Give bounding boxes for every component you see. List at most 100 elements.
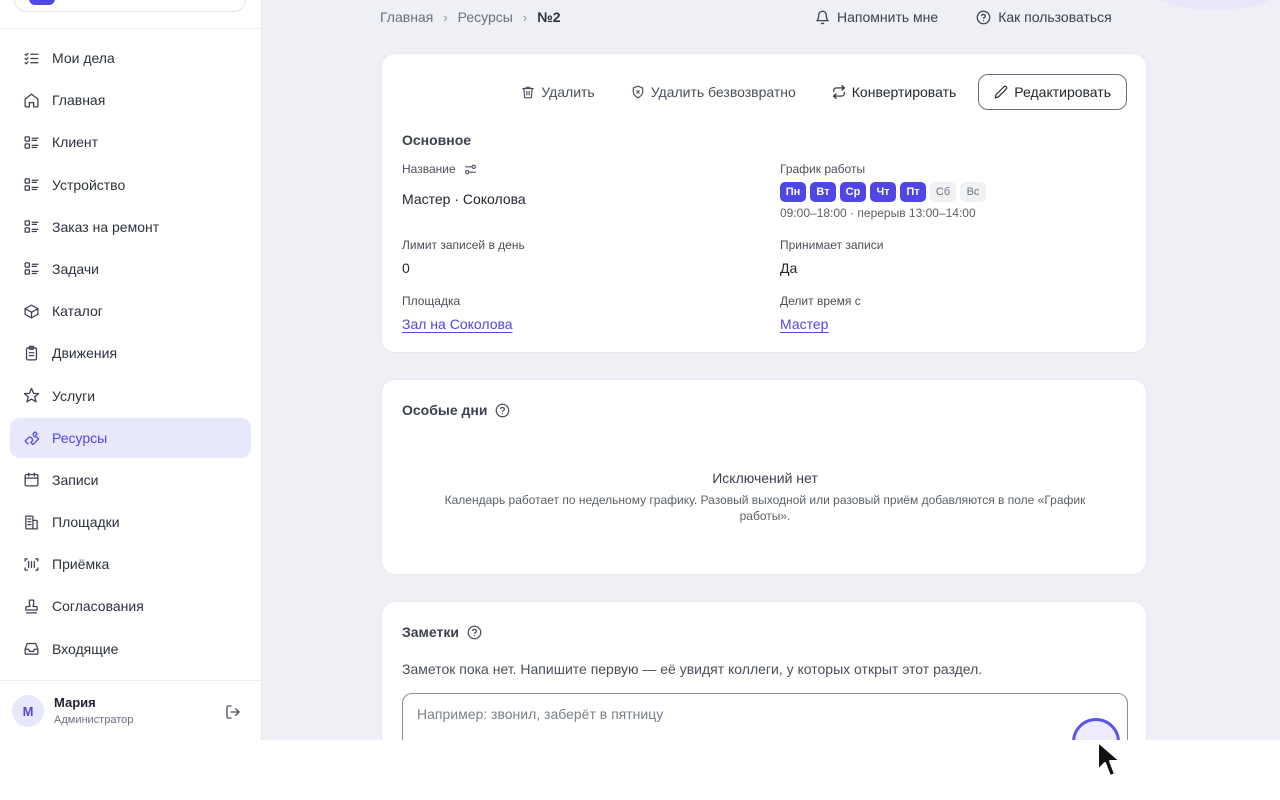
checklist-icon [22, 49, 40, 67]
user-name: Мария [54, 695, 96, 710]
day-chip: Ср [840, 182, 866, 202]
help-circle-icon [976, 10, 991, 24]
main-card: Удалить Удалить безвозвратно Конвертиров… [381, 53, 1147, 353]
sidebar-item[interactable]: Приёмка [10, 544, 251, 584]
workspace-switcher[interactable] [14, 0, 246, 12]
edit-button[interactable]: Редактировать [978, 74, 1127, 110]
special-days-title: Особые дни [402, 402, 488, 418]
help-button[interactable]: Как пользоваться [976, 9, 1112, 25]
logout-icon[interactable] [222, 701, 244, 723]
edit-label: Редактировать [1014, 84, 1111, 100]
sidebar-item-label: Записи [52, 471, 99, 488]
list-icon [22, 218, 40, 236]
sidebar-item-label: Согласования [52, 598, 144, 615]
day-chip: Пн [780, 182, 806, 202]
special-days-card: Особые дни Исключений нет Календарь рабо… [381, 379, 1147, 575]
mouse-cursor-icon [1097, 741, 1121, 777]
name-value: Мастер · Соколова [402, 191, 526, 207]
day-chip: Чт [870, 182, 896, 202]
help-circle-icon[interactable] [467, 625, 482, 640]
sidebar-item-label: Приёмка [52, 556, 110, 573]
venue-label: Площадка [402, 294, 461, 308]
sidebar-item-label: Движения [52, 345, 118, 362]
list-icon [22, 133, 40, 151]
sidebar-item[interactable]: Движения [10, 333, 251, 373]
home-icon [22, 91, 40, 109]
remind-button[interactable]: Напомнить мне [815, 9, 938, 25]
star-icon [22, 387, 40, 405]
schedule-hours: 09:00–18:00 · перерыв 13:00–14:00 [780, 206, 976, 220]
section-title-notes: Заметки [402, 624, 482, 640]
sidebar-item[interactable]: Каталог [10, 291, 251, 331]
convert-label: Конвертировать [851, 84, 957, 100]
building-icon [22, 513, 40, 531]
delete-forever-label: Удалить безвозвратно [650, 84, 796, 100]
breadcrumb: Главная › Ресурсы › №2 [380, 9, 561, 25]
delete-button[interactable]: Удалить [521, 84, 595, 100]
sidebar-nav: Мои дела Главная Клиент Устройство Заказ на … [10, 38, 251, 671]
sidebar-item-label: Устройство [52, 176, 126, 193]
settings-sliders-icon[interactable] [464, 163, 477, 176]
empty-state-description: Календарь работает по недельному графику… [444, 493, 1086, 523]
sidebar-item[interactable]: Мои дела [10, 38, 251, 78]
limit-value: 0 [402, 260, 410, 276]
sidebar-item[interactable]: Задачи [10, 249, 251, 289]
delete-forever-button[interactable]: Удалить безвозвратно [631, 84, 796, 100]
convert-button[interactable]: Конвертировать [832, 84, 957, 100]
sidebar-item[interactable]: Записи [10, 460, 251, 500]
notes-card: Заметки Заметок пока нет. Напишите перву… [381, 601, 1147, 740]
shares-link[interactable]: Мастер [780, 316, 828, 332]
sidebar-item[interactable]: Входящие [10, 629, 251, 669]
avatar[interactable]: М [12, 695, 44, 727]
sidebar-item[interactable]: Устройство [10, 165, 251, 205]
section-title-main: Основное [402, 132, 472, 148]
note-input[interactable] [402, 693, 1128, 740]
sidebar-item[interactable]: Ресурсы [10, 417, 251, 458]
sidebar-item-label: Задачи [52, 260, 100, 277]
wrench-icon [22, 429, 40, 447]
breadcrumb-home[interactable]: Главная [380, 9, 433, 25]
swap-icon [832, 85, 845, 99]
sidebar: Мои дела Главная Клиент Устройство Заказ на … [0, 0, 262, 740]
scan-icon [22, 555, 40, 573]
sidebar-item-label: Заказ на ремонт [52, 218, 160, 235]
venue-link[interactable]: Зал на Соколова [402, 316, 513, 332]
sidebar-item-label: Мои дела [52, 50, 115, 66]
shield-x-icon [632, 85, 643, 99]
inbox-icon [22, 640, 40, 658]
sidebar-item[interactable]: Главная [10, 80, 251, 120]
top-actions: Напомнить мне Как пользоваться [815, 9, 1150, 25]
user-role: Администратор [54, 714, 134, 726]
breadcrumb-section[interactable]: Ресурсы [458, 9, 513, 25]
chevron-right-icon: › [522, 9, 528, 25]
accepts-label: Принимает записи [780, 238, 884, 252]
breadcrumb-current: №2 [537, 9, 561, 25]
remind-label: Напомнить мне [837, 9, 939, 25]
day-chip: Сб [930, 182, 956, 202]
user-panel: М Мария Администратор [0, 680, 261, 740]
sidebar-item-label: Главная [52, 92, 106, 109]
sidebar-item[interactable]: Площадки [10, 502, 251, 542]
name-label: Название [402, 162, 456, 176]
list-icon [22, 260, 40, 278]
sidebar-item-label: Каталог [52, 303, 103, 320]
pencil-icon [994, 85, 1008, 99]
schedule-days: Пн Вт Ср Чт Пт Сб Вс [780, 182, 990, 202]
help-circle-icon[interactable] [495, 403, 510, 418]
notes-empty-text: Заметок пока нет. Напишите первую — её у… [402, 661, 983, 677]
day-chip: Пт [900, 182, 926, 202]
help-label: Как пользоваться [998, 9, 1112, 25]
sidebar-item[interactable]: Услуги [10, 376, 251, 416]
sidebar-item[interactable]: Клиент [10, 122, 251, 162]
sidebar-item[interactable]: Согласования [10, 586, 251, 626]
notes-title: Заметки [402, 624, 459, 640]
trash-icon [522, 86, 535, 99]
sidebar-item-label: Входящие [52, 640, 119, 657]
list-icon [22, 176, 40, 194]
accepts-value: Да [780, 260, 798, 276]
app-window: Мои дела Главная Клиент Устройство Заказ на … [0, 0, 1280, 740]
calendar-icon [22, 471, 40, 489]
sidebar-item[interactable]: Заказ на ремонт [10, 207, 251, 247]
delete-label: Удалить [541, 84, 595, 100]
stamp-icon [22, 597, 40, 615]
